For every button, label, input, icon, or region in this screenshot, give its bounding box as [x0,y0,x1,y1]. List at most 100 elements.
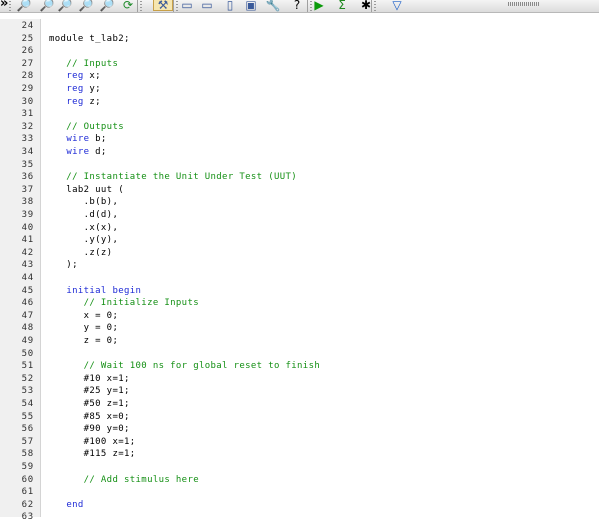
code-line: // Add stimulus here [49,474,199,487]
code-keyword: end [66,499,84,510]
window-tile-horizontal-icon[interactable]: ▭ [199,0,215,12]
code-line: #100 x=1; [49,436,136,449]
step-icon[interactable]: ✱ [358,0,374,12]
line-number: 55 [21,411,34,422]
find-next-icon[interactable]: 🔎 [39,0,55,12]
code-text: #115 z=1; [49,449,136,460]
code-line: #90 y=0; [49,423,130,436]
gutter-separator [40,19,41,517]
code-line: module t_lab2; [49,33,130,46]
code-line: end [49,499,84,512]
code-line: // Initialize Inputs [49,297,199,310]
line-number: 37 [21,184,34,195]
process-icon[interactable]: ⚒ [153,0,173,12]
code-text: #50 z=1; [49,399,130,409]
code-keyword: initial begin [66,285,142,296]
line-number: 58 [21,449,34,460]
line-number: 49 [21,336,34,346]
line-number: 24 [21,21,34,31]
code-text: .z(z) [49,247,113,258]
code-keyword: reg [66,96,84,107]
code-text: z; [83,96,101,107]
line-number: 40 [21,222,34,233]
line-number: 26 [21,46,34,57]
code-text: ); [49,260,78,271]
toolbar-separator [137,0,138,12]
toolbar-resize-grip[interactable] [508,2,540,6]
line-number: 35 [21,159,34,170]
find-icon[interactable]: 🔎 [16,0,32,12]
run-icon[interactable]: ▶ [311,0,327,12]
line-number: 38 [21,197,34,208]
code-line: y = 0; [49,322,118,335]
line-number: 43 [21,260,34,271]
code-line: .d(d), [49,209,118,222]
code-line: #85 x=0; [49,411,130,424]
line-number: 50 [21,348,34,359]
toolbar-overflow-chevron[interactable]: » [0,0,8,12]
toolbar-grip[interactable] [374,1,376,11]
code-line: ); [49,259,78,272]
toolbar-grip[interactable] [9,1,11,11]
code-text: module t_lab2; [49,33,130,44]
help-cursor-icon[interactable]: ? [289,0,305,12]
code-text: #10 x=1; [49,373,130,384]
line-number: 46 [21,298,34,309]
line-number: 51 [21,361,34,372]
code-line: x = 0; [49,310,118,323]
code-line: #115 z=1; [49,448,136,461]
code-line: wire b; [49,133,107,146]
code-comment: // Add stimulus here [49,474,199,485]
find-previous-icon[interactable]: 🔎 [78,0,94,12]
code-text: z = 0; [49,336,119,346]
find-in-files-icon[interactable]: 🔎 [57,0,73,12]
line-number: 47 [21,310,34,321]
code-text: d; [89,147,107,157]
line-number: 42 [21,247,34,258]
code-line: #25 y=1; [49,385,130,398]
code-line: initial begin [49,285,141,298]
window-icon[interactable]: ▣ [243,0,259,12]
code-line: // Inputs [49,58,118,71]
line-number: 45 [21,285,34,296]
code-comment: // Wait 100 ns for global reset to finis… [49,361,321,372]
window-tile-vertical-icon[interactable]: ▯ [222,0,238,12]
refresh-icon[interactable]: ⟳ [120,0,136,12]
code-line: reg z; [49,96,101,109]
wrench-icon[interactable]: 🔧 [265,0,281,12]
sigma-icon[interactable]: Σ [334,0,350,12]
window-cascade-icon[interactable]: ▭ [179,0,195,12]
code-line: .b(b), [49,196,118,209]
code-line: #50 z=1; [49,398,130,411]
code-comment: // Outputs [49,121,124,132]
code-text: .d(d), [49,210,119,220]
line-number: 54 [21,399,34,409]
code-text: y = 0; [49,323,119,334]
code-line: reg x; [49,70,101,83]
line-number: 63 [21,512,34,523]
toolbar-grip[interactable] [140,1,142,11]
code-text: .b(b), [49,197,119,208]
line-number-gutter: 24 25 26 27 28 29 30 31 32 33 34 35 36 37 38 39 40 41 42 43… [0,19,40,522]
code-text: #90 y=0; [49,424,130,435]
code-line: .z(z) [49,247,112,260]
line-number: 52 [21,373,34,384]
line-number: 61 [21,487,34,498]
line-number: 31 [21,109,34,120]
find-replace-icon[interactable]: 🔎 [99,0,115,12]
code-text: lab2 uut ( [49,184,124,195]
code-text: y; [83,84,101,94]
toolbar-grip[interactable] [176,1,178,11]
code-text: #25 y=1; [49,386,130,397]
code-text: b; [89,134,107,145]
line-number: 44 [21,273,34,283]
line-number: 48 [21,323,34,334]
code-text: #100 x=1; [49,436,136,447]
code-line: wire d; [49,146,107,159]
code-keyword: reg [66,84,84,94]
filter-icon[interactable]: ▽ [389,0,405,12]
